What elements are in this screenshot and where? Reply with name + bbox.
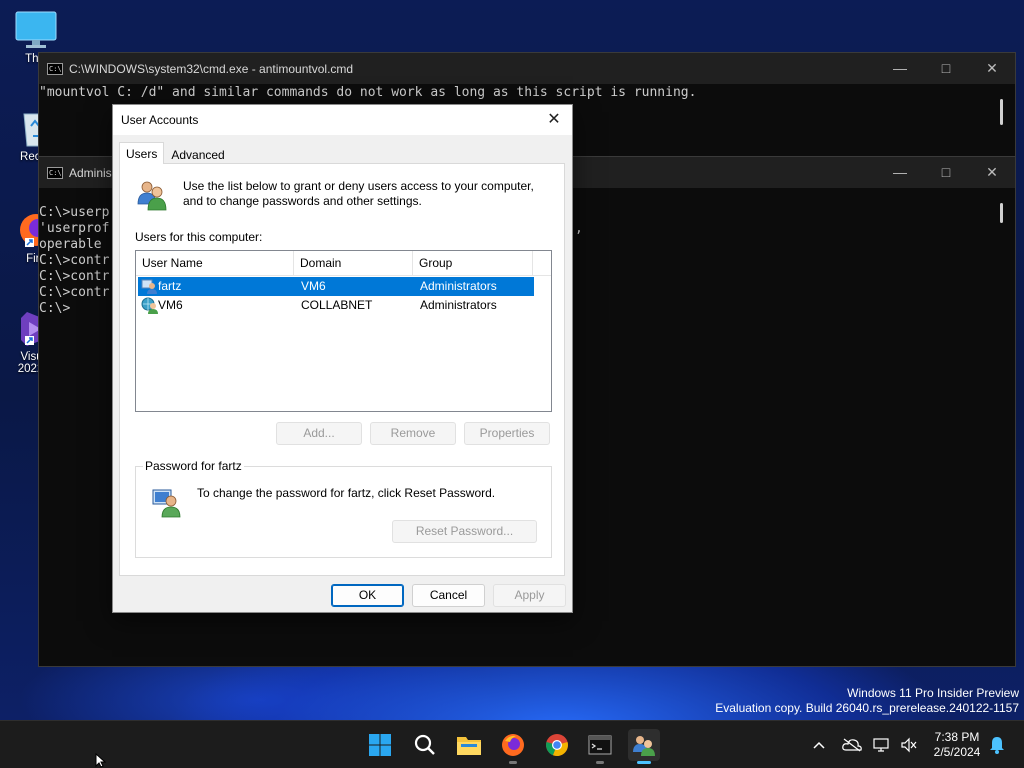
console-line: C:\>contr [39, 285, 110, 300]
monitor-icon [15, 11, 57, 48]
users-icon [633, 736, 655, 756]
user-icon [141, 279, 157, 294]
cmd-icon: C:\ [47, 166, 63, 179]
running-indicator [509, 761, 517, 764]
mouse-cursor-icon [95, 753, 107, 768]
list-header: User Name Domain Group [136, 251, 551, 276]
dialog-title: User Accounts [121, 113, 199, 127]
column-header-filler [533, 251, 551, 276]
console-output: "mountvol C: /d" and similar commands do… [39, 85, 697, 100]
console-line: C:\>userp [39, 205, 110, 220]
watermark-line-1: Windows 11 Pro Insider Preview [847, 686, 1019, 700]
console-line: C:\>contr [39, 269, 110, 284]
taskbar-chrome[interactable] [541, 729, 573, 761]
minimize-button[interactable]: — [877, 53, 923, 84]
chevron-up-icon [813, 741, 825, 749]
close-button[interactable]: ✕ [969, 157, 1015, 188]
properties-button[interactable]: Properties [464, 422, 550, 445]
intro-text: Use the list below to grant or deny user… [183, 179, 534, 208]
tab-strip: Users Advanced [119, 142, 232, 164]
scrollbar-thumb[interactable] [1000, 203, 1003, 223]
taskbar-firefox[interactable] [497, 729, 529, 764]
console-titlebar[interactable]: C:\ C:\WINDOWS\system32\cmd.exe - antimo… [39, 53, 1015, 84]
start-button[interactable] [364, 729, 396, 761]
clock-date: 2/5/2024 [933, 745, 981, 759]
user-accounts-dialog[interactable]: User Accounts ✕ Users Advanced Use the l… [112, 104, 573, 613]
bell-icon [990, 737, 1004, 754]
folder-icon [457, 737, 481, 755]
chrome-icon [546, 734, 568, 757]
column-header-user-name[interactable]: User Name [136, 251, 294, 276]
console-line: 'userprof [39, 221, 110, 236]
users-icon [137, 181, 167, 211]
volume-muted-icon [901, 737, 917, 753]
close-button[interactable]: ✕ [542, 108, 566, 132]
password-instruction: To change the password for fartz, click … [197, 486, 496, 500]
console-title: Adminis [69, 165, 112, 180]
tab-users[interactable]: Users [119, 142, 165, 164]
windows-logo-icon [369, 734, 391, 756]
minimize-button[interactable]: — [877, 157, 923, 188]
taskbar-user-accounts[interactable] [628, 729, 660, 764]
taskbar-terminal[interactable] [584, 729, 616, 764]
tray-volume[interactable] [898, 721, 920, 768]
cell-domain: VM6 [301, 279, 326, 293]
table-row[interactable]: fartz VM6 Administrators [138, 277, 534, 296]
running-indicator [596, 761, 604, 764]
terminal-icon [588, 735, 612, 755]
tray-onedrive[interactable] [840, 721, 864, 768]
notifications-button[interactable] [986, 721, 1008, 768]
apply-button[interactable]: Apply [493, 584, 566, 607]
domain-user-icon [141, 297, 158, 314]
password-group-box [135, 466, 552, 558]
tray-clock[interactable]: 7:38 PM 2/5/2024 [926, 721, 988, 768]
scrollbar-thumb[interactable] [1000, 99, 1003, 125]
add-user-button[interactable]: Add... [276, 422, 362, 445]
cell-domain: COLLABNET [301, 298, 373, 312]
taskbar-file-explorer[interactable] [453, 729, 485, 761]
search-button[interactable] [409, 729, 441, 761]
cell-group: Administrators [420, 279, 497, 293]
close-button[interactable]: ✕ [969, 53, 1015, 84]
cell-user-name: fartz [158, 277, 296, 296]
tab-advanced[interactable]: Advanced [164, 144, 231, 164]
console-line: C:\>contr [39, 253, 110, 268]
cell-group: Administrators [420, 298, 497, 312]
reset-password-button[interactable]: Reset Password... [392, 520, 537, 543]
firefox-icon [502, 734, 524, 756]
clock-time: 7:38 PM [934, 730, 980, 744]
console-line: C:\> [39, 301, 71, 316]
maximize-button[interactable]: □ [923, 157, 969, 188]
maximize-button[interactable]: □ [923, 53, 969, 84]
evaluation-watermark: Windows 11 Pro Insider Preview Evaluatio… [715, 686, 1019, 716]
running-indicator [637, 761, 651, 764]
password-group-title: Password for fartz [143, 459, 244, 473]
console-line: operable [39, 237, 102, 252]
remove-user-button[interactable]: Remove [370, 422, 456, 445]
console-output: C:\>userp 'userprof operable C:\>contr C… [39, 205, 109, 317]
network-icon [873, 738, 889, 752]
users-list-label: Users for this computer: [135, 230, 263, 244]
column-header-group[interactable]: Group [413, 251, 533, 276]
tray-network[interactable] [872, 721, 892, 768]
watermark-line-2: Evaluation copy. Build 26040.rs_prerelea… [715, 701, 1019, 715]
taskbar: 7:38 PM 2/5/2024 [0, 720, 1024, 768]
cancel-button[interactable]: Cancel [412, 584, 485, 607]
column-header-domain[interactable]: Domain [294, 251, 413, 276]
cloud-offline-icon [842, 738, 862, 752]
console-title: C:\WINDOWS\system32\cmd.exe - antimountv… [69, 61, 354, 76]
table-row[interactable]: VM6 COLLABNET Administrators [138, 296, 534, 315]
ok-button[interactable]: OK [331, 584, 404, 607]
search-icon [414, 734, 435, 755]
console-fragment: , [575, 221, 583, 236]
cmd-icon: C:\ [47, 62, 63, 75]
users-list[interactable]: User Name Domain Group fartz VM6 Adminis… [135, 250, 552, 412]
dialog-titlebar[interactable]: User Accounts ✕ [113, 105, 572, 135]
password-user-icon [152, 489, 181, 518]
cell-user-name: VM6 [158, 298, 183, 312]
show-hidden-icons-button[interactable] [808, 721, 830, 768]
